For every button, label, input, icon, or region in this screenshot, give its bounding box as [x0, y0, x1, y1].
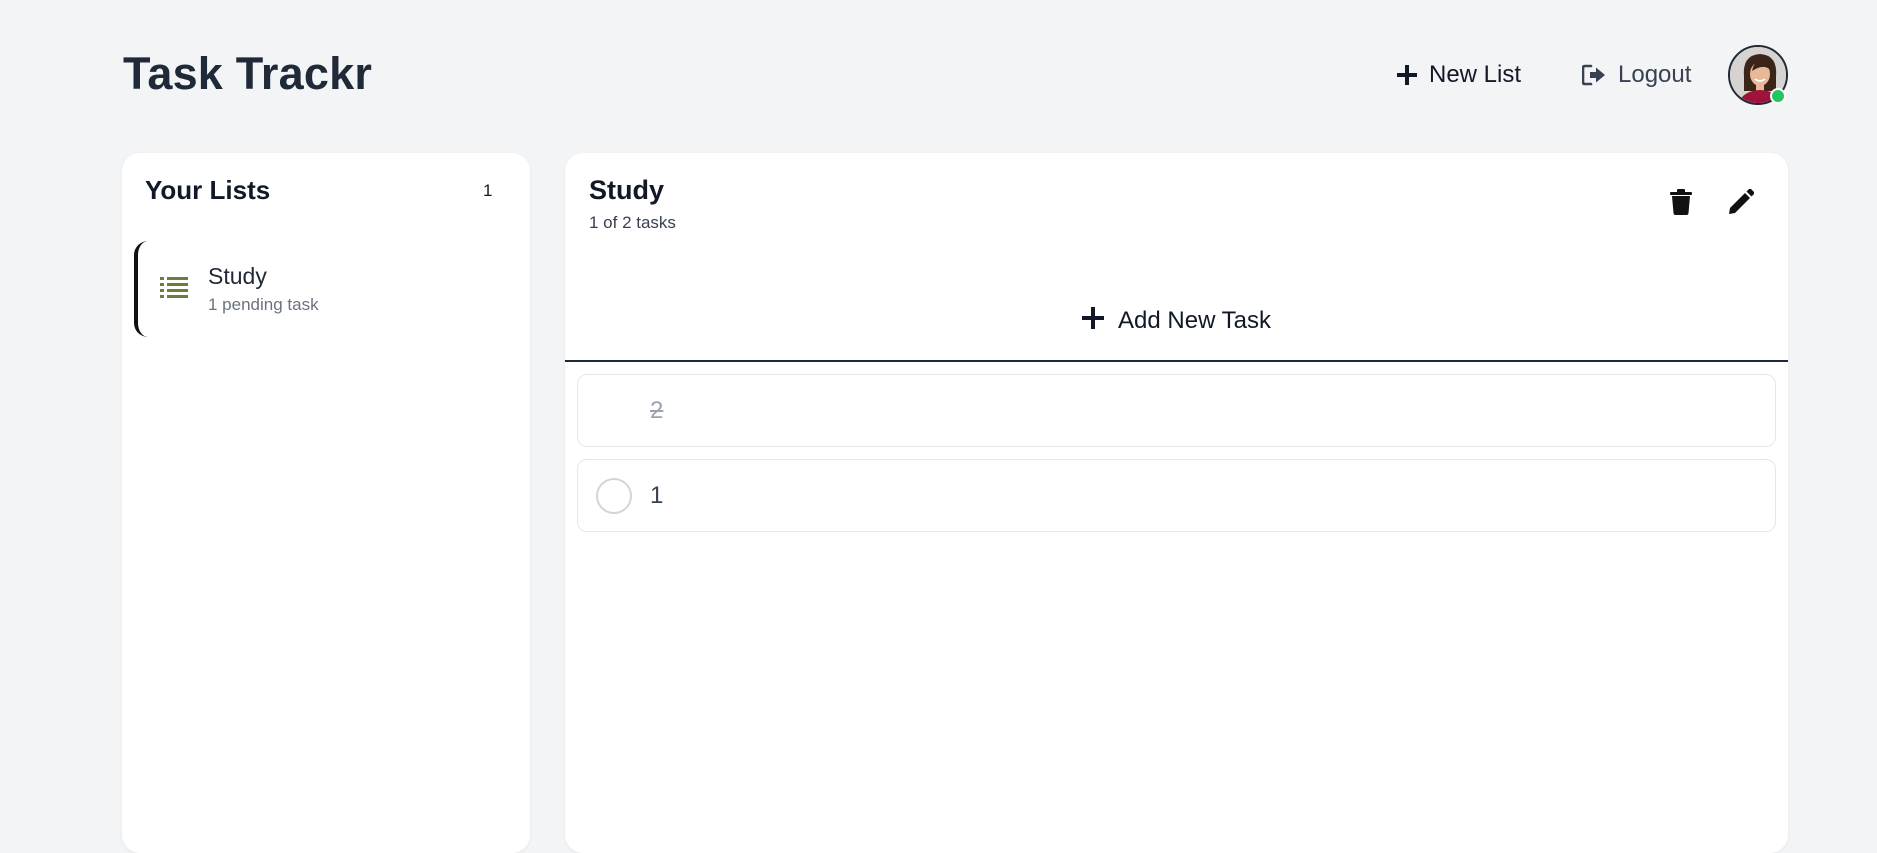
- edit-list-button[interactable]: [1723, 186, 1759, 222]
- logout-button[interactable]: Logout: [1582, 56, 1691, 94]
- sidebar-item-study[interactable]: Study 1 pending task: [134, 241, 514, 337]
- task-complete-checkbox[interactable]: [596, 478, 632, 514]
- app-title: Task Trackr: [123, 48, 373, 99]
- task-text[interactable]: 2: [650, 397, 663, 425]
- divider: [565, 360, 1788, 362]
- list-title: Study: [589, 175, 665, 205]
- logout-label: Logout: [1618, 61, 1692, 88]
- sidebar-item-pending-count: 1 pending task: [208, 295, 319, 314]
- lists-sidebar: Your Lists 1 Study 1 pending task: [122, 153, 530, 853]
- sidebar-item-name: Study: [208, 263, 267, 289]
- task-row[interactable]: 1: [577, 459, 1776, 532]
- pencil-icon: [1728, 188, 1755, 220]
- plus-icon: [1082, 306, 1105, 336]
- delete-list-button[interactable]: [1663, 186, 1699, 222]
- new-list-button[interactable]: New List: [1397, 56, 1521, 94]
- sidebar-title: Your Lists: [145, 175, 271, 205]
- logout-icon: [1582, 64, 1606, 86]
- task-row-completed[interactable]: 2: [577, 374, 1776, 447]
- online-status-indicator: [1770, 88, 1786, 104]
- app-header: Task Trackr New List Logout: [0, 0, 1877, 150]
- list-detail-panel: Study 1 of 2 tasks Add New Task 2 1: [565, 153, 1788, 853]
- new-list-label: New List: [1429, 61, 1522, 88]
- trash-icon: [1670, 188, 1692, 220]
- plus-icon: [1397, 65, 1417, 85]
- task-text[interactable]: 1: [650, 482, 663, 510]
- lists-count: 1: [483, 181, 493, 200]
- add-task-label: Add New Task: [1118, 307, 1271, 334]
- list-icon: [160, 276, 188, 303]
- task-progress-text: 1 of 2 tasks: [589, 213, 676, 232]
- add-new-task-button[interactable]: Add New Task: [565, 293, 1788, 349]
